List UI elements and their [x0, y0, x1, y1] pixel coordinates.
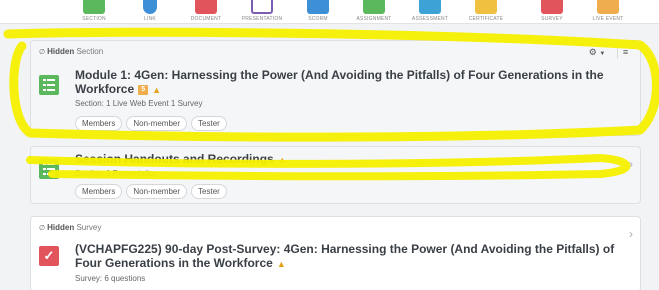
- certificate-icon: [475, 0, 497, 14]
- survey-title[interactable]: (VCHAPFG225) 90-day Post-Survey: 4Gen: H…: [75, 242, 630, 271]
- link-icon: [143, 0, 157, 14]
- tool-label: CERTIFICATE: [468, 16, 504, 22]
- add-presentation-tool[interactable]: PRESENTATION: [234, 0, 290, 24]
- title-line: Module 1: 4Gen: Harnessing the Power (An…: [75, 68, 604, 82]
- tool-label: SCORM: [308, 16, 328, 22]
- settings-dropdown-button[interactable]: ⚙ ▼: [582, 45, 612, 59]
- module-card[interactable]: ∅ Hidden Section ⚙ ▼ ≡ Module 1: 4Gen: Ha…: [30, 40, 641, 136]
- eye-slash-icon: ∅: [39, 49, 46, 56]
- title-text: Session Handouts and Recordings: [75, 152, 274, 166]
- hidden-type: Survey: [76, 223, 102, 232]
- title-line: (VCHAPFG225) 90-day Post-Survey: 4Gen: H…: [75, 242, 615, 256]
- survey-summary: Survey: 6 questions: [75, 274, 146, 283]
- hidden-label: Hidden: [47, 223, 75, 232]
- section-icon: [83, 0, 105, 14]
- row-menu-button[interactable]: ≡: [617, 45, 633, 59]
- hidden-label: Hidden: [47, 47, 75, 56]
- hidden-indicator: ∅ Hidden Section: [39, 47, 103, 56]
- hidden-type: Section: [76, 47, 104, 56]
- tag: Tester: [191, 116, 227, 131]
- hidden-indicator: ∅ Hidden Survey: [39, 223, 101, 232]
- section-card[interactable]: Session Handouts and Recordings ▲ Section…: [30, 146, 641, 204]
- chevron-right-icon[interactable]: ›: [629, 157, 633, 171]
- add-document-tool[interactable]: DOCUMENT: [178, 0, 234, 24]
- live-event-icon: [597, 0, 619, 14]
- tool-label: SURVEY: [541, 16, 563, 22]
- survey-card[interactable]: ∅ Hidden Survey ✓ (VCHAPFG225) 90-day Pos…: [30, 216, 641, 290]
- add-survey-tool[interactable]: SURVEY: [524, 0, 580, 24]
- section-icon: [39, 159, 59, 179]
- add-assessment-tool[interactable]: ASSESSMENT: [402, 0, 458, 24]
- tag: Tester: [191, 184, 227, 199]
- count-badge: 5: [138, 84, 149, 95]
- tag: Non-member: [126, 116, 188, 131]
- add-link-tool[interactable]: LINK: [122, 0, 178, 24]
- tool-label: DOCUMENT: [190, 16, 222, 22]
- lock-icon: ▲: [277, 155, 287, 165]
- title-line: Workforce: [75, 82, 135, 96]
- section-summary: Section: 1 Presentation: [75, 169, 158, 178]
- audience-tags: Members Non-member Tester: [75, 116, 227, 131]
- caret-down-icon: ▼: [599, 51, 606, 57]
- assessment-icon: [419, 0, 441, 14]
- tag: Non-member: [126, 184, 188, 199]
- lock-icon: ▲: [276, 259, 286, 269]
- hamburger-menu-icon: ≡: [622, 47, 629, 57]
- tool-label: LIVE EVENT: [592, 16, 624, 22]
- add-assignment-tool[interactable]: ASSIGNMENT: [346, 0, 402, 24]
- tag: Members: [75, 184, 123, 199]
- scorm-icon: [307, 0, 329, 14]
- add-section-tool[interactable]: SECTION: [66, 0, 122, 24]
- assignment-icon: [363, 0, 385, 14]
- add-scorm-tool[interactable]: SCORM: [290, 0, 346, 24]
- document-icon: [195, 0, 217, 14]
- tool-label: SECTION: [82, 16, 106, 22]
- tool-label: ASSESSMENT: [411, 16, 449, 22]
- section-title[interactable]: Session Handouts and Recordings ▲: [75, 152, 287, 167]
- title-line: Four Generations in the Workforce: [75, 256, 273, 270]
- eye-slash-icon: ∅: [39, 225, 46, 232]
- module-title[interactable]: Module 1: 4Gen: Harnessing the Power (An…: [75, 68, 625, 97]
- survey-check-icon: ✓: [39, 246, 59, 266]
- add-live-event-tool[interactable]: LIVE EVENT: [580, 0, 636, 24]
- section-summary: Section: 1 Live Web Event 1 Survey: [75, 99, 203, 108]
- tool-label: ASSIGNMENT: [356, 16, 392, 22]
- content-type-toolbar: SECTION LINK DOCUMENT PRESENTATION SCORM…: [0, 0, 659, 24]
- tool-label: PRESENTATION: [241, 16, 283, 22]
- section-icon: [39, 75, 59, 95]
- lock-icon: ▲: [152, 85, 162, 95]
- audience-tags: Members Non-member Tester: [75, 184, 227, 199]
- survey-icon: [541, 0, 563, 14]
- tool-label: LINK: [144, 16, 156, 22]
- gear-icon: ⚙: [588, 47, 597, 57]
- add-certificate-tool[interactable]: CERTIFICATE: [458, 0, 514, 24]
- presentation-icon: [251, 0, 273, 14]
- tag: Members: [75, 116, 123, 131]
- chevron-right-icon[interactable]: ›: [629, 227, 633, 241]
